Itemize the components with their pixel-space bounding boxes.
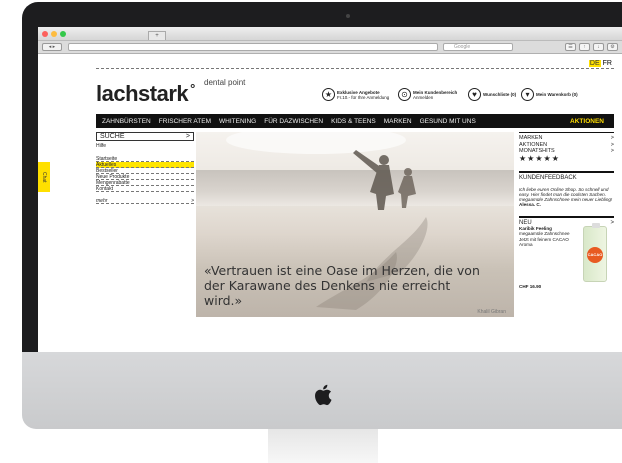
close-window-button[interactable] <box>42 31 48 37</box>
monitor-stand <box>268 429 378 463</box>
more-link[interactable]: mehr > <box>96 198 194 204</box>
website: DE FR lachstark ° dental point ★ Exklusiv… <box>38 60 622 317</box>
nav-item-whitening[interactable]: WHITENING <box>219 118 256 125</box>
title-bar: + <box>38 27 622 41</box>
search-label: SUCHE <box>100 133 125 140</box>
nav-item-aktionen[interactable]: AKTIONEN <box>570 118 604 125</box>
customer-area-text: Mein Kundenbereich Anmelden <box>413 90 457 100</box>
minimize-window-button[interactable] <box>51 31 57 37</box>
hero-credit: Khalil Gibran <box>477 309 506 315</box>
logo-subtitle: dental point <box>204 78 246 87</box>
browser-window: + ◂ ▸ Google ☰ ↑ ↓ ⚙ Chat DE FR lachstar… <box>38 27 622 352</box>
camera-dot <box>346 14 350 18</box>
cart-title: Mein Warenkorb (0) <box>536 92 578 97</box>
main-navigation: ZAHNBÜRSTEN FRISCHER ATEM WHITENING FÜR … <box>96 114 614 128</box>
logo-text: lachstark <box>96 81 189 106</box>
hero-quote: «Vertrauen ist eine Oase im Herzen, die … <box>204 263 480 308</box>
product-price: CHF 16.90 <box>519 284 542 290</box>
nav-item-zahnbuersten[interactable]: ZAHNBÜRSTEN <box>102 118 151 125</box>
hero-banner[interactable]: «Vertrauen ist eine Oase im Herzen, die … <box>196 132 514 317</box>
customer-area-link[interactable]: ⊙ Mein Kundenbereich Anmelden <box>398 88 457 101</box>
right-sidebar: MARKEN > AKTIONEN > MONATSHITS > ★★★★★ KUND… <box>516 132 614 317</box>
lang-de[interactable]: DE <box>588 60 601 67</box>
more-label: mehr <box>96 198 108 204</box>
download-icon[interactable]: ↓ <box>593 43 604 51</box>
exclusive-offers-link[interactable]: ★ Exklusive Angebote Fr.10.- für Ihre Anm… <box>322 88 389 101</box>
settings-icon[interactable]: ⚙ <box>607 43 618 51</box>
browser-toolbar: ◂ ▸ Google ☰ ↑ ↓ ⚙ <box>38 41 622 54</box>
search-placeholder: Google <box>454 44 471 50</box>
search-arrow-icon: > <box>185 133 190 140</box>
wishlist-text: Wunschliste (0) <box>483 92 516 97</box>
product-description: megaamüle Zahnschnee Jetzt mit feinem CA… <box>519 231 570 247</box>
star-icon: ★ <box>322 88 335 101</box>
feedback-text: Ich liebe euren Online Shop. So schnell … <box>519 186 613 203</box>
category-links: MARKEN > AKTIONEN > MONATSHITS > ★★★★★ <box>519 132 614 163</box>
rating-stars: ★★★★★ <box>519 153 560 163</box>
reader-icon[interactable]: ☰ <box>565 43 576 51</box>
back-forward-buttons[interactable]: ◂ ▸ <box>42 43 62 51</box>
toolbar-icons: ☰ ↑ ↓ ⚙ <box>565 43 618 51</box>
product-badge: CACAO <box>587 247 603 264</box>
more-arrow-icon: > <box>191 198 194 204</box>
product-cap <box>592 223 600 229</box>
zoom-window-button[interactable] <box>60 31 66 37</box>
search-field[interactable]: Google <box>443 43 513 51</box>
customer-feedback: KUNDENFEEDBACK Ich liebe euren Online Sh… <box>519 170 614 208</box>
chevron-right-icon: > <box>610 219 614 226</box>
lock-icon: ⊙ <box>398 88 411 101</box>
product-teaser[interactable]: Karibik Feeling megaamüle Zahnschnee Jet… <box>519 223 614 283</box>
new-product-box: NEU > Karibik Feeling megaamüle Zahnschne… <box>519 215 614 290</box>
exclusive-offers-sub: Fr.10.- für Ihre Anmeldung <box>337 94 390 100</box>
lang-fr[interactable]: FR <box>603 60 612 67</box>
product-info: Karibik Feeling megaamüle Zahnschnee Jet… <box>519 226 577 282</box>
cart-text: Mein Warenkorb (0) <box>536 92 578 97</box>
logo-mark: ° <box>190 81 195 96</box>
cart-link[interactable]: ▾ Mein Warenkorb (0) <box>521 88 578 101</box>
search-box[interactable]: SUCHE > <box>96 132 194 141</box>
nav-item-fuer-dazwischen[interactable]: FÜR DAZWISCHEN <box>264 118 323 125</box>
apple-logo-icon <box>315 384 332 406</box>
desktop-stage: + ◂ ▸ Google ☰ ↑ ↓ ⚙ Chat DE FR lachstar… <box>0 0 622 463</box>
help-link[interactable]: Hilfe <box>96 143 194 150</box>
nav-item-gesund-mit-uns[interactable]: GESUND MIT UNS <box>420 118 476 125</box>
product-image: CACAO <box>583 223 607 283</box>
heart-icon: ♥ <box>468 88 481 101</box>
site-logo[interactable]: lachstark ° <box>96 81 195 107</box>
nav-item-marken[interactable]: MARKEN <box>384 118 412 125</box>
address-bar[interactable] <box>68 43 438 51</box>
cart-icon: ▾ <box>521 88 534 101</box>
feedback-author: Alessa. C. <box>519 202 541 208</box>
exclusive-offers-text: Exklusive Angebote Fr.10.- für Ihre Anmel… <box>337 90 389 100</box>
share-icon[interactable]: ↑ <box>579 43 590 51</box>
wishlist-link[interactable]: ♥ Wunschliste (0) <box>468 88 516 101</box>
chevron-right-icon: > <box>610 148 614 154</box>
top-bar: DE FR <box>96 60 614 69</box>
wishlist-title: Wunschliste (0) <box>483 92 517 97</box>
customer-area-sub: Anmelden <box>413 94 434 100</box>
nav-item-kids-teens[interactable]: KIDS & TEENS <box>331 118 376 125</box>
page-body: SUCHE > Hilfe Startseite Aktuelles Bests… <box>96 132 614 317</box>
language-switch: DE FR <box>588 60 612 67</box>
site-header: lachstark ° dental point ★ Exklusive Ange… <box>96 69 614 114</box>
feedback-title: KUNDENFEEDBACK <box>519 174 577 181</box>
new-tab-button[interactable]: + <box>148 31 166 40</box>
nav-item-frischer-atem[interactable]: FRISCHER ATEM <box>159 118 211 125</box>
left-sidebar: SUCHE > Hilfe Startseite Aktuelles Bests… <box>96 132 194 317</box>
